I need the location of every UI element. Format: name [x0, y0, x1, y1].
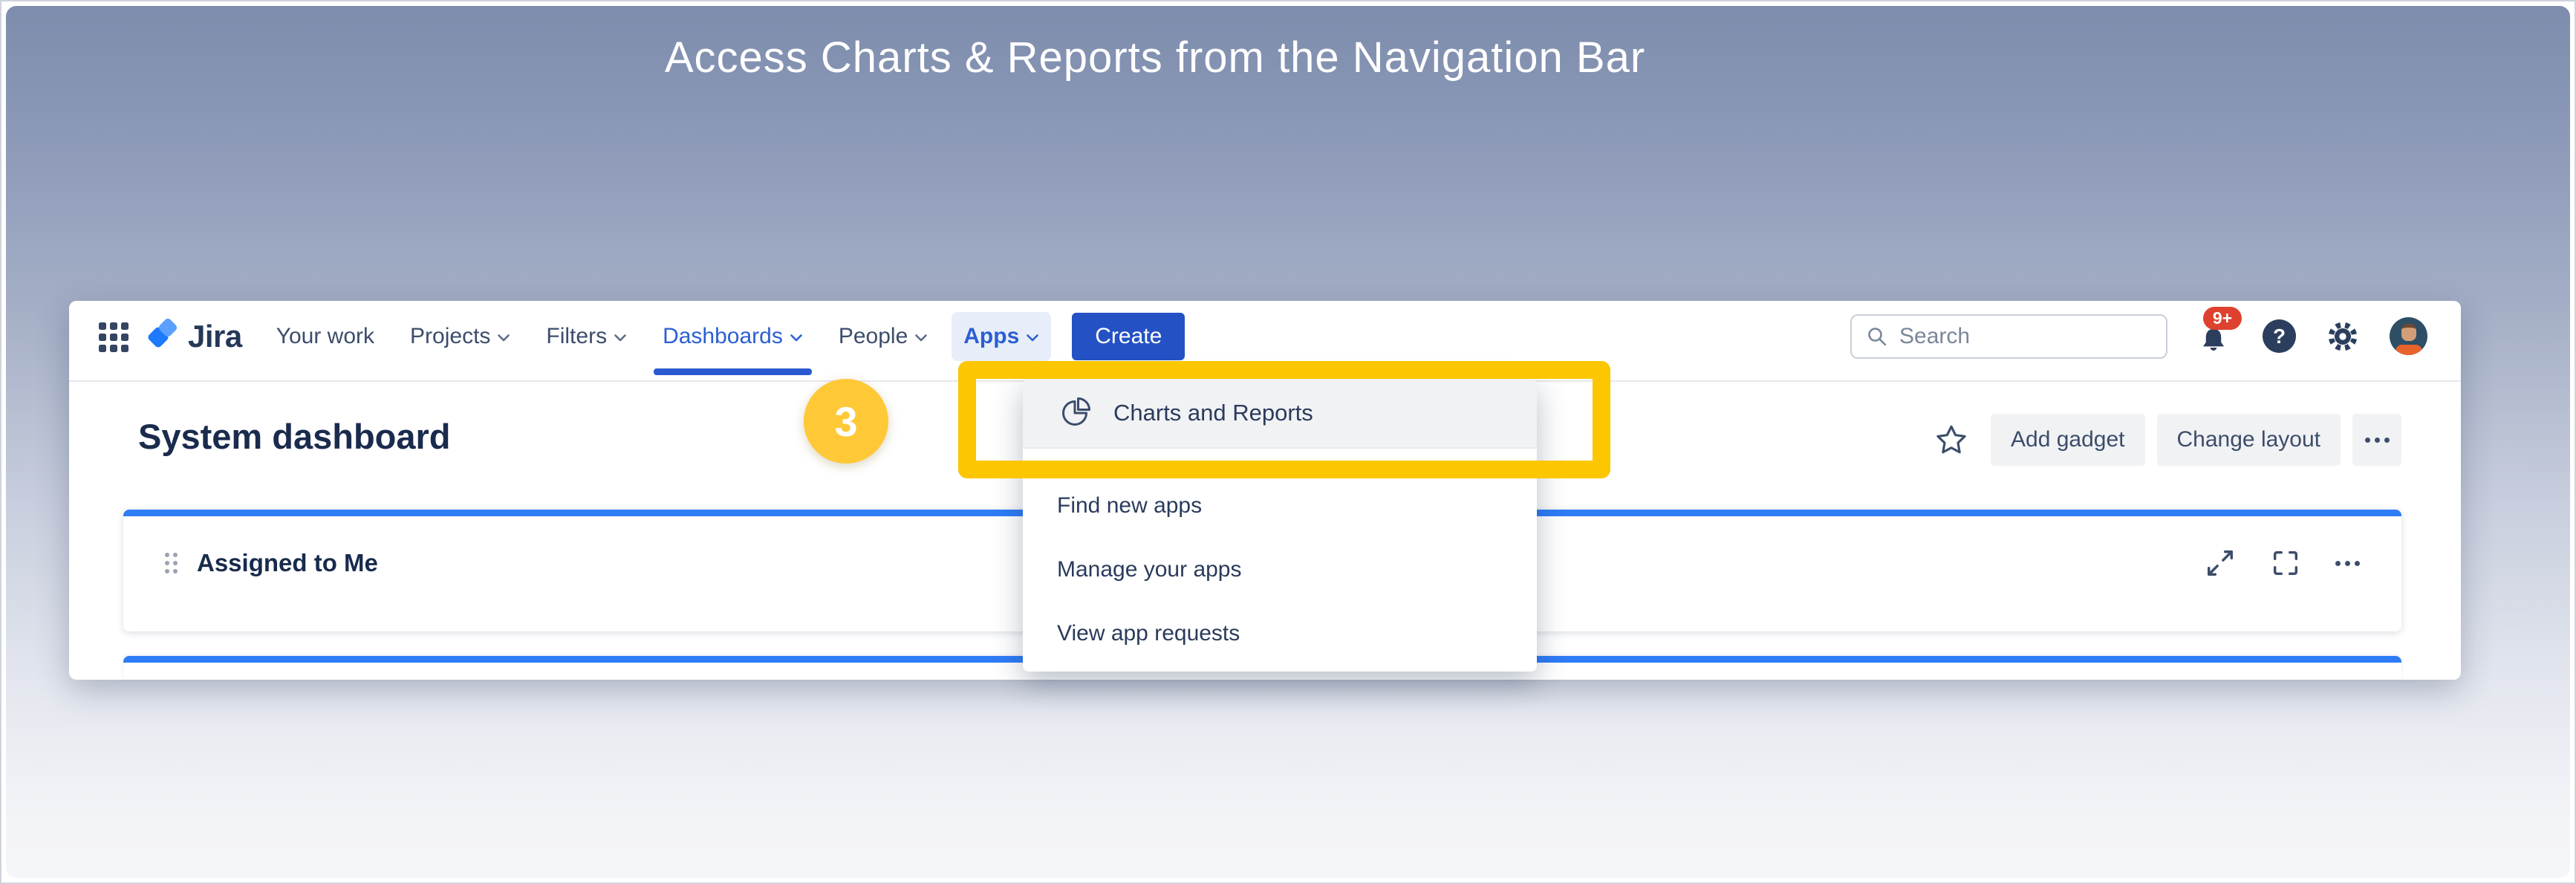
- settings-button[interactable]: [2326, 319, 2360, 354]
- page-title: System dashboard: [138, 416, 451, 457]
- nav-item-label: People: [839, 324, 908, 349]
- notification-count-badge: 9+: [2203, 307, 2242, 330]
- slide-title: Access Charts & Reports from the Navigat…: [0, 33, 2310, 82]
- chevron-down-icon: [790, 333, 803, 342]
- search-input[interactable]: [1899, 324, 2115, 349]
- help-button[interactable]: ?: [2263, 319, 2296, 353]
- nav-item-projects[interactable]: Projects: [398, 312, 522, 361]
- gadget-controls: [2205, 547, 2360, 579]
- nav-item-your-work[interactable]: Your work: [264, 312, 386, 361]
- menu-item-manage-your-apps[interactable]: Manage your apps: [1023, 538, 1537, 602]
- gear-icon: [2326, 319, 2360, 354]
- question-mark-icon: ?: [2273, 325, 2286, 348]
- menu-item-view-app-requests[interactable]: View app requests: [1023, 602, 1537, 666]
- menu-item-label: Find new apps: [1057, 493, 1202, 519]
- favorite-star-button[interactable]: [1934, 423, 1968, 457]
- chevron-down-icon: [614, 333, 627, 342]
- search-icon: [1865, 325, 1889, 348]
- nav-item-label: Your work: [276, 324, 374, 349]
- fullscreen-icon: [2270, 547, 2301, 579]
- fullscreen-button[interactable]: [2270, 547, 2301, 579]
- app-switcher-icon[interactable]: [99, 322, 129, 352]
- more-icon: [2335, 561, 2360, 566]
- nav-item-label: Dashboards: [663, 324, 783, 349]
- nav-menu: Your work Projects Filters Dashboards Pe…: [264, 312, 1052, 361]
- menu-item-label: View app requests: [1057, 621, 1240, 646]
- drag-handle-icon[interactable]: [165, 553, 178, 573]
- menu-item-find-new-apps[interactable]: Find new apps: [1023, 474, 1537, 538]
- tutorial-slide: Access Charts & Reports from the Navigat…: [0, 0, 2576, 884]
- chevron-down-icon: [1026, 333, 1039, 342]
- avatar-shirt: [2396, 345, 2422, 355]
- user-avatar[interactable]: [2390, 317, 2427, 355]
- chevron-down-icon: [497, 333, 510, 342]
- nav-item-label: Projects: [410, 324, 490, 349]
- chevron-down-icon: [914, 333, 928, 342]
- menu-item-label: Manage your apps: [1057, 557, 1242, 582]
- create-button[interactable]: Create: [1072, 313, 1185, 360]
- more-icon: [2365, 438, 2390, 443]
- nav-item-dashboards[interactable]: Dashboards: [651, 312, 815, 361]
- jira-logo-mark-icon: [146, 317, 180, 355]
- gadget-more-button[interactable]: [2335, 561, 2360, 566]
- gadget-title: Assigned to Me: [197, 549, 378, 577]
- highlight-annotation-rect: [958, 361, 1610, 478]
- menu-item-list: Find new apps Manage your apps View app …: [1023, 449, 1537, 666]
- jira-logo[interactable]: Jira: [146, 317, 242, 355]
- navbar-right-cluster: 9+ ?: [1850, 314, 2427, 359]
- step-badge: 3: [804, 379, 888, 464]
- add-gadget-button[interactable]: Add gadget: [1991, 414, 2144, 466]
- nav-item-apps[interactable]: Apps: [952, 312, 1051, 361]
- change-layout-button[interactable]: Change layout: [2157, 414, 2341, 466]
- dashboard-actions: Add gadget Change layout: [1934, 414, 2401, 466]
- nav-item-filters[interactable]: Filters: [534, 312, 639, 361]
- notifications-button[interactable]: 9+: [2197, 317, 2233, 356]
- expand-diagonal-icon: [2205, 547, 2236, 579]
- jira-logo-text: Jira: [188, 319, 242, 354]
- nav-item-people[interactable]: People: [827, 312, 940, 361]
- dashboard-more-button[interactable]: [2352, 414, 2401, 466]
- expand-button[interactable]: [2205, 547, 2236, 579]
- star-icon: [1934, 423, 1968, 457]
- avatar-face: [2401, 324, 2416, 341]
- search-box[interactable]: [1850, 314, 2167, 359]
- nav-item-label: Filters: [546, 324, 607, 349]
- nav-item-label: Apps: [963, 324, 1019, 349]
